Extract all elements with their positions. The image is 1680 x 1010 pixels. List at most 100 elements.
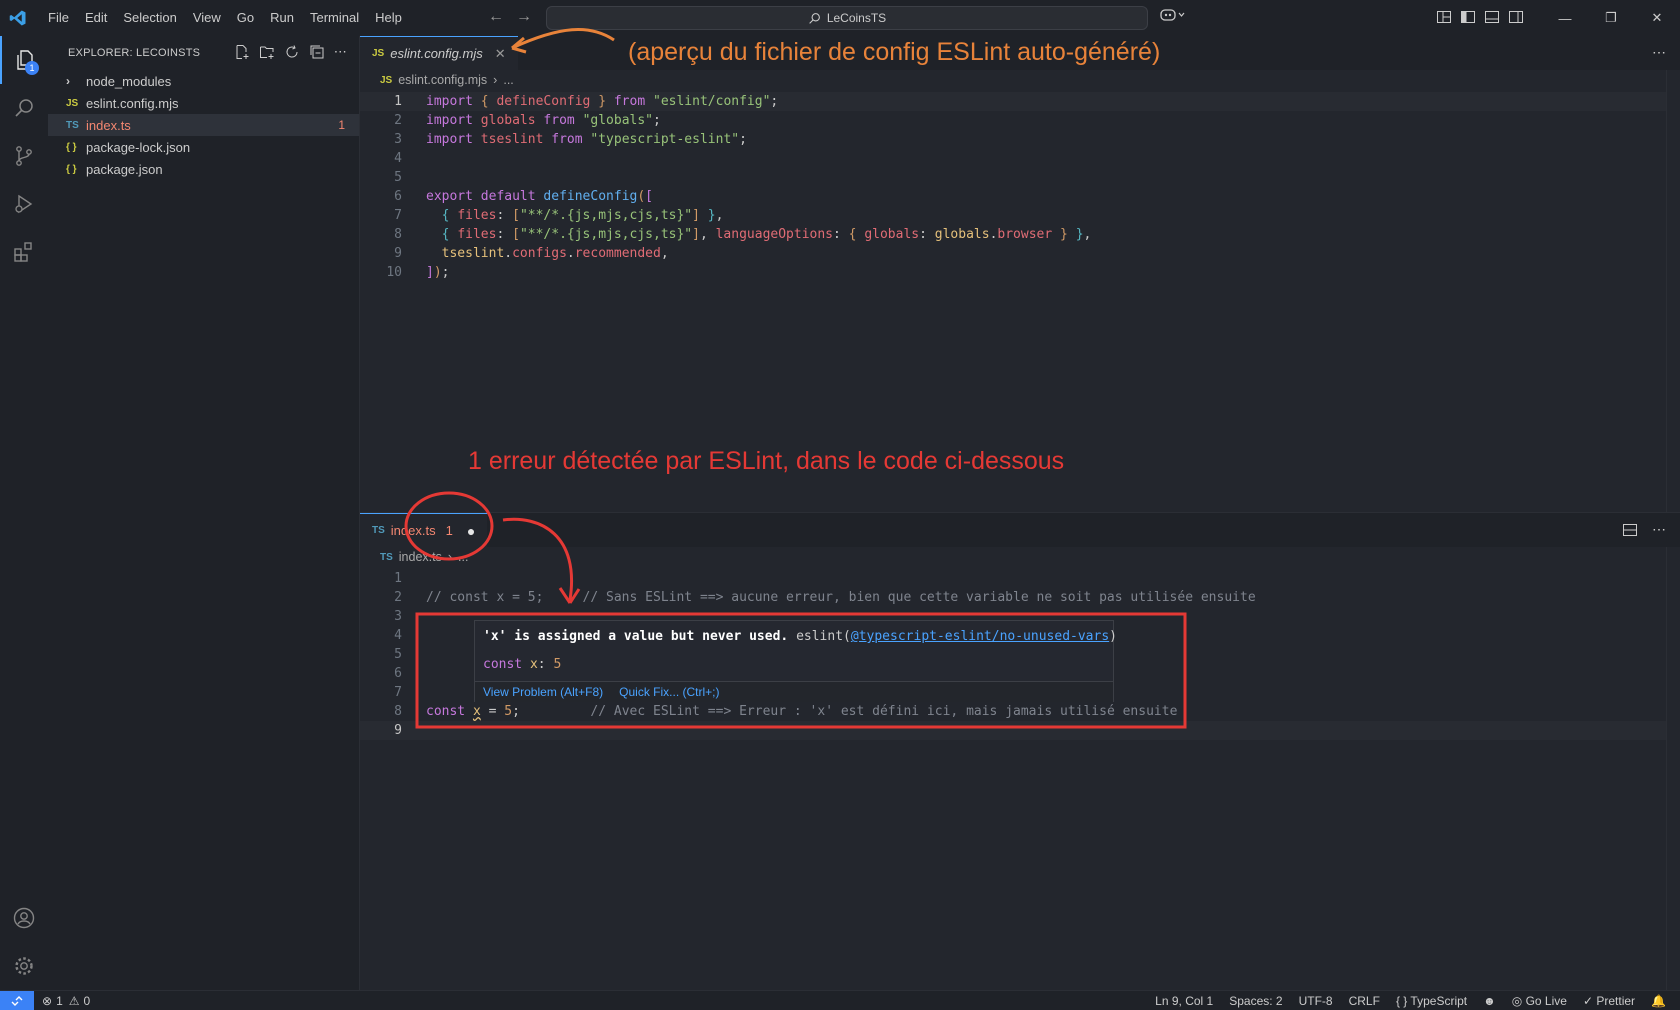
command-center-search[interactable]: LeCoinsTS: [546, 6, 1148, 30]
extensions-icon: [14, 242, 32, 262]
forward-arrow-icon[interactable]: →: [516, 8, 532, 26]
menu-terminal[interactable]: Terminal: [302, 0, 367, 36]
menu-help[interactable]: Help: [367, 0, 410, 36]
cursor-position[interactable]: Ln 9, Col 1: [1155, 994, 1213, 1008]
restore-icon[interactable]: ❐: [1588, 0, 1634, 36]
tree-item-node-modules[interactable]: › node_modules: [48, 70, 359, 92]
copilot-icon[interactable]: [1160, 8, 1186, 25]
javascript-file-icon: JS: [372, 48, 385, 59]
problems-indicator[interactable]: ⊗ 1 ⚠ 0: [42, 994, 90, 1008]
tree-item-eslint-config[interactable]: JS eslint.config.mjs: [48, 92, 359, 114]
refresh-icon[interactable]: [284, 44, 300, 63]
code-token: globals: [480, 113, 536, 128]
accounts-activity[interactable]: [0, 894, 48, 942]
vertical-scrollbar[interactable]: [1666, 70, 1680, 512]
end-of-line[interactable]: CRLF: [1349, 994, 1380, 1008]
explorer-badge: 1: [25, 61, 39, 75]
manage-activity[interactable]: [0, 942, 48, 990]
code-token: export: [426, 189, 473, 204]
run-debug-activity[interactable]: [0, 180, 48, 228]
split-editor-icon[interactable]: [1622, 522, 1638, 541]
code-token: recommended: [574, 246, 661, 261]
close-tab-icon[interactable]: ✕: [495, 46, 506, 62]
toggle-primary-sidebar-icon[interactable]: [1460, 9, 1476, 25]
tree-item-label: package.json: [86, 161, 163, 177]
activity-bar: 1: [0, 36, 48, 990]
toggle-panel-icon[interactable]: [1484, 9, 1500, 25]
unsaved-dot-icon[interactable]: ●: [467, 523, 475, 539]
source-control-icon: [16, 146, 32, 166]
minimize-icon[interactable]: —: [1542, 0, 1588, 36]
new-file-icon[interactable]: [234, 44, 250, 63]
rule-link[interactable]: @typescript-eslint/no-unused-vars: [851, 629, 1109, 644]
code-line: 7 { files: ["**/*.{js,mjs,cjs,ts}"] },: [360, 206, 1680, 225]
copilot-status-icon[interactable]: ☻: [1483, 994, 1496, 1008]
tab-label: index.ts: [390, 523, 436, 538]
remote-indicator-icon[interactable]: [0, 990, 34, 1010]
view-problem-link[interactable]: View Problem (Alt+F8): [483, 685, 603, 699]
code-line: 1 import { defineConfig } from "eslint/co…: [360, 92, 1680, 111]
menu-edit[interactable]: Edit: [77, 0, 115, 36]
new-folder-icon[interactable]: [259, 44, 275, 63]
more-actions-icon[interactable]: ⋯: [334, 44, 347, 63]
hover-decl-name: x: [529, 657, 538, 672]
code-token: "globals": [582, 113, 654, 128]
explorer-activity[interactable]: 1: [0, 36, 48, 84]
error-icon: ⊗: [42, 993, 53, 1008]
close-window-icon[interactable]: ✕: [1634, 0, 1680, 36]
line-number: 8: [394, 227, 402, 242]
code-token: default: [480, 189, 536, 204]
tab-index-ts[interactable]: TS index.ts 1 ●: [360, 513, 488, 547]
menu-selection[interactable]: Selection: [115, 0, 184, 36]
line-number: 8: [394, 704, 402, 719]
code-editor[interactable]: 1 import { defineConfig } from "eslint/co…: [360, 92, 1680, 282]
vscode-logo-icon: [0, 0, 36, 36]
back-arrow-icon[interactable]: ←: [488, 8, 504, 26]
code-token: import: [426, 132, 473, 147]
menu-go[interactable]: Go: [229, 0, 262, 36]
tab-eslint-config[interactable]: JS eslint.config.mjs ✕: [360, 36, 518, 70]
breadcrumb-more[interactable]: ...: [458, 550, 468, 564]
javascript-file-icon: JS: [66, 97, 79, 109]
unused-variable-token[interactable]: x: [473, 704, 481, 719]
breadcrumb-file[interactable]: index.ts: [399, 550, 442, 564]
prettier-button[interactable]: ✓ Prettier: [1583, 994, 1635, 1008]
breadcrumb-more[interactable]: ...: [503, 73, 513, 87]
menu-view[interactable]: View: [185, 0, 229, 36]
menu-run[interactable]: Run: [262, 0, 302, 36]
quick-fix-link[interactable]: Quick Fix... (Ctrl+;): [619, 685, 719, 699]
code-token: from: [613, 94, 646, 109]
breadcrumb: JS eslint.config.mjs › ...: [360, 70, 1680, 90]
source-control-activity[interactable]: [0, 132, 48, 180]
collapse-all-icon[interactable]: [309, 44, 325, 63]
typescript-file-icon: TS: [66, 119, 79, 131]
more-actions-icon[interactable]: ⋯: [1652, 44, 1666, 61]
line-number: 9: [394, 723, 402, 738]
line-number: 2: [394, 590, 402, 605]
customize-layout-icon[interactable]: [1436, 9, 1452, 25]
language-label: TypeScript: [1410, 993, 1468, 1008]
account-icon: [13, 907, 35, 929]
extensions-activity[interactable]: [0, 228, 48, 276]
tree-item-label: node_modules: [86, 73, 172, 89]
more-actions-icon[interactable]: ⋯: [1652, 521, 1666, 538]
tree-item-package-json[interactable]: { } package.json: [48, 158, 359, 180]
language-mode[interactable]: { } TypeScript: [1396, 994, 1467, 1008]
tree-item-package-lock[interactable]: { } package-lock.json: [48, 136, 359, 158]
check-icon: ✓: [1582, 993, 1594, 1008]
hover-source: eslint(: [796, 629, 851, 644]
vertical-scrollbar[interactable]: [1666, 547, 1680, 991]
encoding[interactable]: UTF-8: [1299, 994, 1333, 1008]
menu-file[interactable]: File: [40, 0, 77, 36]
line-number: 1: [394, 94, 402, 109]
typescript-file-icon: TS: [380, 551, 393, 563]
search-activity[interactable]: [0, 84, 48, 132]
navigation-controls: ← →: [488, 8, 532, 26]
breadcrumb: TS index.ts › ...: [360, 547, 1680, 567]
notifications-bell-icon[interactable]: 🔔: [1651, 994, 1666, 1008]
toggle-secondary-sidebar-icon[interactable]: [1508, 9, 1524, 25]
tree-item-index-ts[interactable]: TS index.ts 1: [48, 114, 359, 136]
go-live-button[interactable]: ◎ Go Live: [1512, 994, 1567, 1008]
breadcrumb-file[interactable]: eslint.config.mjs: [398, 73, 487, 87]
indentation[interactable]: Spaces: 2: [1229, 994, 1282, 1008]
